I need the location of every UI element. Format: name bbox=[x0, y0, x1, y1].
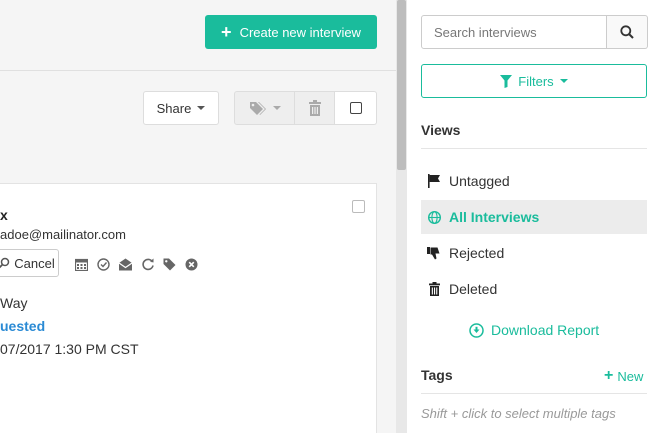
select-all-checkbox[interactable] bbox=[349, 102, 362, 114]
download-icon bbox=[469, 322, 484, 338]
chevron-down-icon bbox=[197, 106, 206, 110]
cancel-button[interactable]: Cancel bbox=[0, 249, 59, 277]
tags-heading: Tags bbox=[421, 367, 453, 383]
scrollbar[interactable] bbox=[396, 0, 407, 433]
search-icon bbox=[620, 25, 634, 39]
interview-card: x adoe@mailinator.com Cancel Way uested … bbox=[0, 183, 377, 433]
tags-icon bbox=[249, 102, 266, 115]
candidate-name: x bbox=[0, 207, 8, 223]
status-link[interactable]: uested bbox=[0, 318, 45, 334]
thumbs-down-icon bbox=[427, 246, 441, 260]
card-action-icons bbox=[73, 257, 200, 271]
divider bbox=[421, 148, 647, 149]
tag-dropdown-button[interactable] bbox=[234, 91, 295, 125]
filters-label: Filters bbox=[518, 73, 554, 89]
download-report-link[interactable]: Download Report bbox=[469, 322, 599, 338]
search-input[interactable] bbox=[421, 15, 607, 49]
download-label: Download Report bbox=[491, 322, 600, 338]
new-tag-label: New bbox=[617, 368, 644, 384]
toolbar: Share bbox=[0, 71, 396, 151]
main-panel: + Create new interview Share x adoe@mail… bbox=[0, 0, 396, 433]
select-all-button[interactable] bbox=[335, 91, 377, 125]
tags-hint: Shift + click to select multiple tags bbox=[421, 406, 616, 421]
view-label: All Interviews bbox=[449, 209, 540, 225]
view-label: Rejected bbox=[449, 245, 505, 261]
divider bbox=[421, 393, 647, 394]
candidate-email: adoe@mailinator.com bbox=[0, 227, 126, 242]
cancel-label: Cancel bbox=[14, 255, 55, 271]
tag-icon[interactable] bbox=[161, 257, 178, 271]
new-tag-button[interactable]: + New bbox=[604, 368, 643, 384]
create-interview-button[interactable]: + Create new interview bbox=[205, 15, 377, 49]
refresh-icon[interactable] bbox=[139, 257, 156, 271]
delete-button[interactable] bbox=[295, 91, 335, 125]
calendar-icon[interactable] bbox=[73, 257, 90, 271]
plus-icon: + bbox=[604, 367, 614, 384]
view-label: Deleted bbox=[449, 281, 498, 297]
scrollbar-thumb[interactable] bbox=[397, 0, 406, 170]
search-bar bbox=[421, 15, 654, 49]
top-bar: + Create new interview bbox=[0, 0, 396, 71]
filter-icon bbox=[500, 74, 513, 88]
filters-button[interactable]: Filters bbox=[421, 64, 647, 98]
chevron-down-icon bbox=[272, 106, 281, 110]
view-item-deleted[interactable]: Deleted bbox=[421, 272, 647, 306]
view-item-untagged[interactable]: Untagged bbox=[421, 164, 647, 198]
flag-icon bbox=[427, 174, 441, 188]
views-heading: Views bbox=[421, 122, 461, 138]
candidate-address: Way bbox=[0, 295, 28, 311]
share-label: Share bbox=[156, 100, 192, 116]
trash-icon bbox=[427, 282, 441, 296]
view-item-rejected[interactable]: Rejected bbox=[421, 236, 647, 270]
create-interview-label: Create new interview bbox=[239, 24, 361, 40]
share-button[interactable]: Share bbox=[143, 91, 219, 125]
bulk-actions-group bbox=[234, 91, 377, 125]
interview-date: 07/2017 1:30 PM CST bbox=[0, 341, 139, 357]
trash-icon bbox=[308, 100, 321, 116]
close-circle-icon[interactable] bbox=[183, 257, 200, 271]
search-button[interactable] bbox=[607, 15, 648, 49]
plus-icon: + bbox=[221, 22, 232, 42]
clock-icon[interactable] bbox=[95, 257, 112, 271]
globe-icon bbox=[427, 210, 441, 224]
view-item-all-interviews[interactable]: All Interviews bbox=[421, 200, 647, 234]
card-checkbox[interactable] bbox=[352, 200, 365, 213]
sidebar: Filters Views Untagged All Interviews Re… bbox=[407, 0, 662, 433]
search-icon bbox=[0, 257, 10, 269]
view-label: Untagged bbox=[449, 173, 510, 189]
envelope-icon[interactable] bbox=[117, 257, 134, 271]
chevron-down-icon bbox=[559, 79, 568, 83]
